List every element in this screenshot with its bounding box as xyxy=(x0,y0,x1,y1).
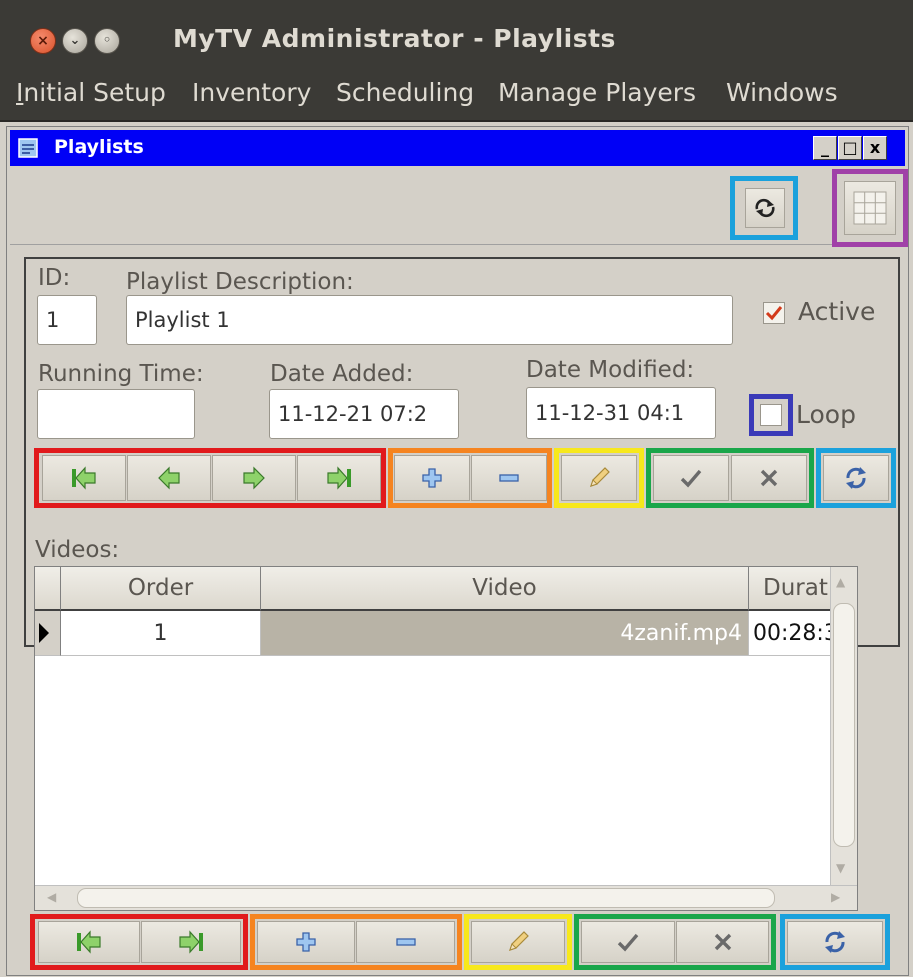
inner-maximize-button[interactable]: □ xyxy=(838,136,862,160)
menu-initial-setup-label: nitial Setup xyxy=(23,78,166,107)
first-record-icon xyxy=(72,466,96,490)
cancel-x-icon xyxy=(760,469,778,487)
id-field[interactable]: 1 xyxy=(37,295,97,345)
delete-icon xyxy=(499,474,519,482)
playlists-window-title: Playlists xyxy=(54,136,144,158)
cancel-x-icon xyxy=(714,933,731,951)
previous-record-icon xyxy=(158,466,180,490)
videos-grid[interactable]: Order Video Duratic 1 4zanif.mp4 00:28:3… xyxy=(34,566,858,911)
previous-record-button[interactable] xyxy=(127,455,211,501)
date-modified-field[interactable]: 11-12-31 04:1 xyxy=(526,387,716,439)
scroll-right-icon[interactable]: ▶ xyxy=(831,890,840,904)
confirm-check-icon xyxy=(617,933,639,952)
video-edit-button[interactable] xyxy=(471,921,565,963)
video-cancel-button[interactable] xyxy=(676,921,769,963)
running-time-label: Running Time: xyxy=(38,361,204,387)
app-title: MyTV Administrator - Playlists xyxy=(173,24,616,53)
order-column-header[interactable]: Order xyxy=(61,567,261,611)
video-last-button[interactable] xyxy=(141,921,241,963)
scroll-down-icon[interactable]: ▼ xyxy=(836,861,845,875)
edit-record-button[interactable] xyxy=(561,455,637,501)
scroll-up-icon[interactable]: ▲ xyxy=(836,575,845,589)
loop-label: Loop xyxy=(796,400,856,429)
date-added-field[interactable]: 11-12-21 07:2 xyxy=(269,389,459,439)
current-row-arrow-icon xyxy=(39,623,49,643)
refresh-icon xyxy=(846,467,866,489)
vertical-scroll-thumb[interactable] xyxy=(833,603,855,847)
video-refresh-button[interactable] xyxy=(787,921,883,963)
first-record-button[interactable] xyxy=(42,455,126,501)
sync-icon xyxy=(755,198,775,218)
date-added-label: Date Added: xyxy=(270,361,414,387)
confirm-check-icon xyxy=(680,469,702,488)
id-label: ID: xyxy=(38,265,71,291)
running-time-field[interactable] xyxy=(37,389,195,439)
add-icon xyxy=(296,932,316,952)
refresh-record-button[interactable] xyxy=(823,455,889,501)
video-cell[interactable]: 4zanif.mp4 xyxy=(261,611,749,656)
menu-inventory[interactable]: Inventory xyxy=(192,78,311,107)
app-title-bar: × ⌄ ◦ MyTV Administrator - Playlists xyxy=(0,0,913,70)
top-toolbar xyxy=(10,166,908,247)
next-record-button[interactable] xyxy=(212,455,296,501)
last-record-button[interactable] xyxy=(297,455,381,501)
edit-pencil-icon xyxy=(590,467,610,487)
last-record-icon xyxy=(327,466,351,490)
menu-windows[interactable]: Windows xyxy=(726,78,838,107)
refresh-icon xyxy=(825,931,845,953)
grid-view-button[interactable] xyxy=(844,181,896,235)
grid-view-icon xyxy=(853,191,887,225)
edit-pencil-icon xyxy=(509,931,529,951)
loop-checkbox[interactable] xyxy=(760,404,782,426)
playlists-title-bar: Playlists _ □ x xyxy=(10,130,905,166)
duration-cell[interactable]: 00:28:3 xyxy=(749,611,833,656)
description-field[interactable]: Playlist 1 xyxy=(126,295,733,345)
window-minimize-button[interactable]: ⌄ xyxy=(62,28,88,54)
delete-record-button[interactable] xyxy=(471,455,547,501)
horizontal-scroll-thumb[interactable] xyxy=(77,888,775,908)
post-edit-button[interactable] xyxy=(653,455,729,501)
close-icon: × xyxy=(37,33,49,49)
menu-bar: Initial Setup Inventory Scheduling Manag… xyxy=(0,70,913,122)
next-record-icon xyxy=(243,466,265,490)
video-add-button[interactable] xyxy=(257,921,355,963)
menu-initial-setup[interactable]: Initial Setup xyxy=(16,78,166,107)
add-icon xyxy=(422,468,442,488)
grid-horizontal-scrollbar[interactable]: ◀ ▶ xyxy=(35,885,857,910)
sync-button[interactable] xyxy=(745,188,785,228)
description-label: Playlist Description: xyxy=(126,269,354,295)
video-delete-button[interactable] xyxy=(356,921,455,963)
scroll-left-icon[interactable]: ◀ xyxy=(47,890,56,904)
minimize-icon: ⌄ xyxy=(69,33,81,48)
row-indicator[interactable] xyxy=(35,611,61,656)
first-record-icon xyxy=(77,930,101,954)
order-cell[interactable]: 1 xyxy=(61,611,261,656)
video-first-button[interactable] xyxy=(38,921,140,963)
row-indicator-header xyxy=(35,567,61,611)
video-post-button[interactable] xyxy=(581,921,675,963)
video-column-header[interactable]: Video xyxy=(261,567,749,611)
active-label: Active xyxy=(798,297,876,326)
grid-vertical-scrollbar[interactable]: ▲ ▼ xyxy=(830,567,857,887)
menu-manage-players[interactable]: Manage Players xyxy=(498,78,696,107)
inner-close-button[interactable]: x xyxy=(863,136,887,160)
last-record-icon xyxy=(179,930,203,954)
active-checkbox[interactable] xyxy=(763,302,785,324)
window-close-button[interactable]: × xyxy=(30,28,56,54)
cancel-edit-button[interactable] xyxy=(731,455,807,501)
delete-icon xyxy=(395,938,416,946)
videos-label: Videos: xyxy=(35,537,120,563)
playlist-window-icon xyxy=(18,138,38,158)
inner-minimize-button[interactable]: _ xyxy=(813,136,837,160)
add-record-button[interactable] xyxy=(394,455,470,501)
date-modified-label: Date Modified: xyxy=(526,357,695,383)
menu-scheduling[interactable]: Scheduling xyxy=(336,78,474,107)
duration-column-header[interactable]: Duratic xyxy=(749,567,833,611)
maximize-icon: ◦ xyxy=(102,33,112,48)
checkmark-icon xyxy=(765,306,783,321)
window-maximize-button[interactable]: ◦ xyxy=(94,28,120,54)
